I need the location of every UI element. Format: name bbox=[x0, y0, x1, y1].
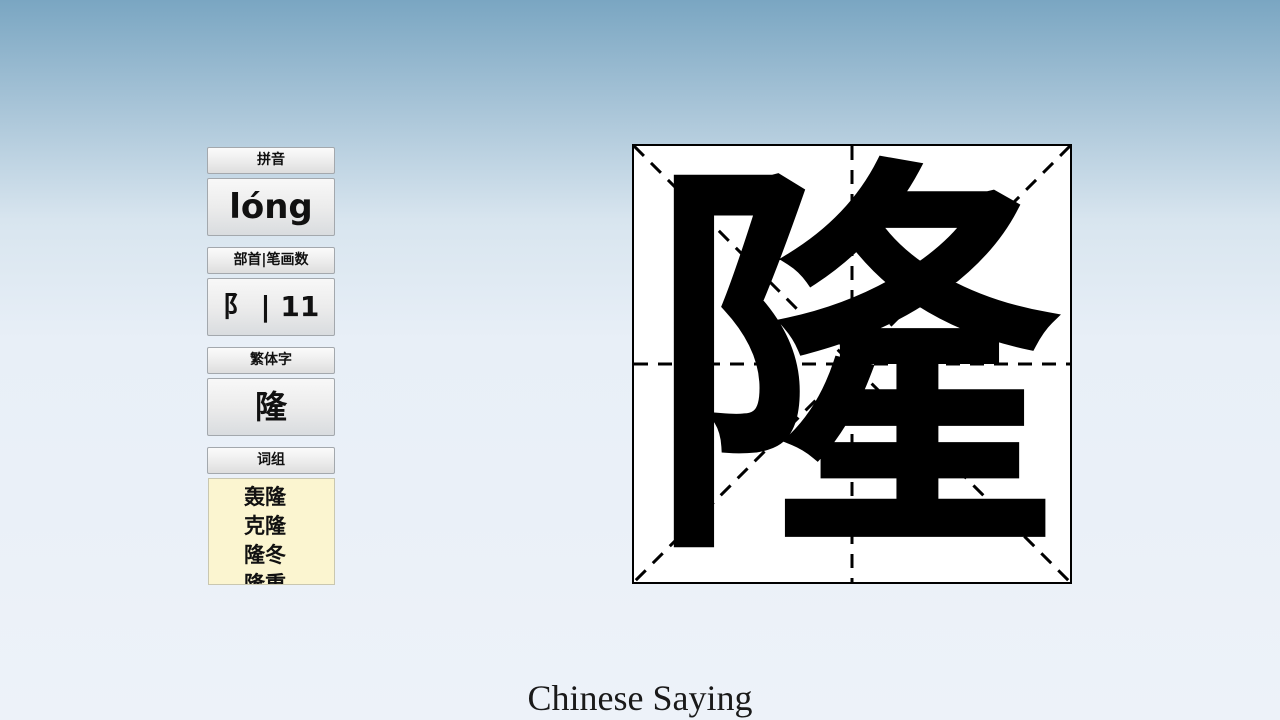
traditional-label-button[interactable]: 繁体字 bbox=[207, 347, 335, 374]
word-item: 轰隆 bbox=[244, 485, 286, 509]
pinyin-label-button[interactable]: 拼音 bbox=[207, 147, 335, 174]
word-item: 隆重 bbox=[244, 572, 286, 585]
radical-value-button[interactable]: 阝 | 11 bbox=[207, 278, 335, 336]
word-item: 隆冬 bbox=[244, 543, 286, 567]
footer-title: Chinese Saying bbox=[527, 678, 753, 718]
pinyin-value-button[interactable]: lóng bbox=[207, 178, 335, 236]
words-list-box[interactable]: 轰隆 克隆 隆冬 隆重 bbox=[208, 478, 335, 585]
character-grid: 隆 bbox=[632, 144, 1072, 584]
word-item: 克隆 bbox=[244, 514, 286, 538]
words-label-button[interactable]: 词组 bbox=[207, 447, 335, 474]
traditional-value-button[interactable]: 隆 bbox=[207, 378, 335, 436]
radical-label-button[interactable]: 部首|笔画数 bbox=[207, 247, 335, 274]
words-list: 轰隆 克隆 隆冬 隆重 bbox=[209, 479, 334, 585]
main-character: 隆 bbox=[647, 144, 1057, 584]
